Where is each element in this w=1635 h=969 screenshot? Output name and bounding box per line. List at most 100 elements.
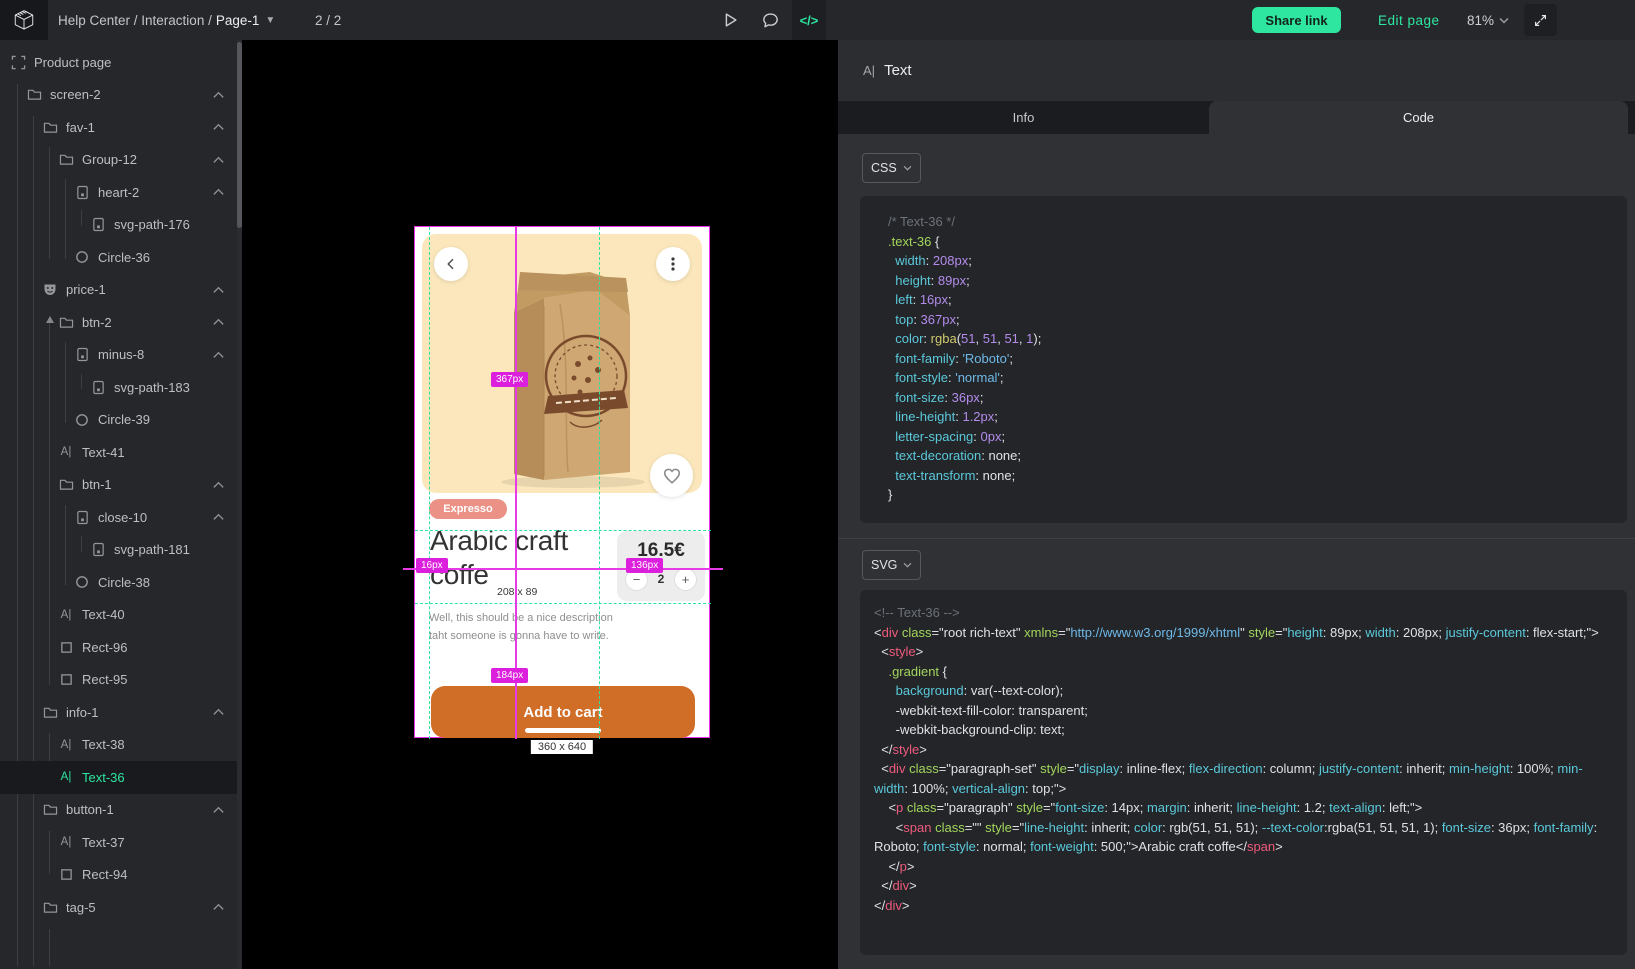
- circle-layer-icon: [74, 249, 90, 265]
- layer-row-btn-2[interactable]: btn-2: [0, 306, 237, 339]
- layer-row-text-37[interactable]: A|Text-37: [0, 826, 237, 859]
- code-line: background: var(--text-color);: [874, 681, 1603, 701]
- panel-divider: [838, 538, 1635, 539]
- chevron-up-icon[interactable]: [212, 900, 225, 915]
- layer-tree: Product pagescreen-2fav-1Group-12 heart-2…: [0, 46, 237, 924]
- text-element-size-label: 208 x 89: [497, 586, 537, 598]
- layer-row-svg-path-183[interactable]: svg-path-183: [0, 371, 237, 404]
- file-layer-icon: [74, 347, 90, 363]
- back-button[interactable]: [434, 247, 468, 281]
- code-view-button[interactable]: </>: [792, 0, 826, 40]
- code-line: font-style: 'normal';: [888, 368, 1607, 388]
- code-line: <div class="root rich-text" xmlns="http:…: [874, 623, 1603, 643]
- share-link-button[interactable]: Share link: [1252, 7, 1341, 33]
- layer-row-svg-path-176[interactable]: svg-path-176: [0, 209, 237, 242]
- favorite-button[interactable]: [650, 454, 693, 497]
- expand-arrows-icon: [1533, 13, 1548, 28]
- css-select-value: CSS: [871, 161, 897, 175]
- app-logo[interactable]: [0, 0, 48, 40]
- product-title: Arabic craft coffe: [430, 524, 612, 591]
- layer-label: heart-2: [98, 185, 139, 200]
- layer-row-svg-path-181[interactable]: svg-path-181: [0, 534, 237, 567]
- layer-label: btn-2: [82, 315, 112, 330]
- css-language-select[interactable]: CSS: [862, 153, 921, 183]
- chevron-up-icon[interactable]: [212, 802, 225, 817]
- code-line: <p class="paragraph" style="font-size: 1…: [874, 798, 1603, 818]
- fullscreen-button[interactable]: [1524, 4, 1557, 36]
- home-indicator: [525, 728, 601, 733]
- comments-button[interactable]: [756, 0, 784, 40]
- zoom-level: 81%: [1467, 13, 1494, 28]
- layer-row-circle-36[interactable]: Circle-36: [0, 241, 237, 274]
- layer-row-text-40[interactable]: A|Text-40: [0, 599, 237, 632]
- layer-row-text-36[interactable]: A|Text-36: [0, 761, 237, 794]
- sidebar-scrollbar[interactable]: [237, 40, 242, 969]
- chevron-up-icon[interactable]: [212, 705, 225, 720]
- layer-row-button-1[interactable]: button-1: [0, 794, 237, 827]
- coffee-bag-image: [478, 246, 660, 490]
- mobile-frame[interactable]: Expresso Arabic craft coffe 16.5€ − 2 + …: [414, 226, 710, 738]
- css-code-block[interactable]: /* Text-36 */.text-36 { width: 208px; he…: [860, 196, 1627, 523]
- chevron-up-icon[interactable]: [212, 315, 225, 330]
- breadcrumb[interactable]: Help Center / Interaction / Page-1 ▼: [58, 0, 275, 40]
- layer-row-close-10[interactable]: close-10: [0, 501, 237, 534]
- layer-row-tag-5[interactable]: tag-5: [0, 891, 237, 924]
- design-canvas[interactable]: Expresso Arabic craft coffe 16.5€ − 2 + …: [242, 40, 838, 969]
- layer-row-minus-8[interactable]: minus-8: [0, 339, 237, 372]
- chevron-up-icon[interactable]: [212, 347, 225, 362]
- svg-code-block[interactable]: <!-- Text-36 --><div class="root rich-te…: [860, 590, 1627, 955]
- layer-row-circle-39[interactable]: Circle-39: [0, 404, 237, 437]
- chevron-up-icon[interactable]: [212, 87, 225, 102]
- code-line: left: 16px;: [888, 290, 1607, 310]
- layer-label: svg-path-176: [114, 217, 190, 232]
- zoom-control[interactable]: 81%: [1467, 0, 1509, 40]
- layer-row-rect-95[interactable]: Rect-95: [0, 664, 237, 697]
- layer-row-product page[interactable]: Product page: [0, 46, 237, 79]
- layer-row-info-1[interactable]: info-1: [0, 696, 237, 729]
- folder-layer-icon: [26, 87, 42, 103]
- chevron-up-icon[interactable]: [212, 510, 225, 525]
- quantity-increase-button[interactable]: +: [675, 569, 696, 590]
- layer-row-screen-2[interactable]: screen-2: [0, 79, 237, 112]
- layer-row-text-41[interactable]: A|Text-41: [0, 436, 237, 469]
- product-tag-badge: Expresso: [429, 499, 507, 519]
- kebab-menu-icon: [666, 256, 680, 272]
- layer-row-group-12[interactable]: Group-12: [0, 144, 237, 177]
- layer-row-heart-2[interactable]: heart-2: [0, 176, 237, 209]
- folder-layer-icon: [58, 477, 74, 493]
- inspector-title: Text: [884, 62, 912, 79]
- chevron-up-icon[interactable]: [212, 152, 225, 167]
- folder-layer-icon: [42, 802, 58, 818]
- layer-row-price-1[interactable]: price-1: [0, 274, 237, 307]
- sidebar-scrollbar-thumb[interactable]: [237, 42, 242, 228]
- tab-code[interactable]: Code: [1209, 101, 1628, 134]
- chevron-up-icon[interactable]: [212, 120, 225, 135]
- chevron-up-icon[interactable]: [212, 477, 225, 492]
- layer-row-rect-94[interactable]: Rect-94: [0, 859, 237, 892]
- measurement-chip-right: 136px: [626, 558, 663, 573]
- rect-layer-icon: [58, 639, 74, 655]
- product-description: Well, this should be a nice description …: [429, 610, 619, 645]
- code-line: text-transform: none;: [888, 466, 1607, 486]
- code-icon: </>: [800, 13, 819, 28]
- more-options-button[interactable]: [656, 247, 690, 281]
- layer-row-fav-1[interactable]: fav-1: [0, 111, 237, 144]
- description-line: taht someone is gonna have to write.: [429, 628, 619, 646]
- layer-row-circle-38[interactable]: Circle-38: [0, 566, 237, 599]
- tab-info[interactable]: Info: [838, 101, 1209, 134]
- chevron-up-icon[interactable]: [212, 185, 225, 200]
- layer-row-btn-1[interactable]: btn-1: [0, 469, 237, 502]
- inspector-tabs: Info Code: [838, 101, 1635, 134]
- breadcrumb-path: Help Center / Interaction /: [58, 13, 212, 28]
- play-button[interactable]: [716, 0, 744, 40]
- frame-layer-icon: [10, 54, 26, 70]
- edit-page-link[interactable]: Edit page: [1378, 0, 1440, 40]
- text-layer-icon: A|: [58, 444, 74, 460]
- layer-row-text-38[interactable]: A|Text-38: [0, 729, 237, 762]
- layer-row-rect-96[interactable]: Rect-96: [0, 631, 237, 664]
- inspector-header: A| Text: [838, 40, 1635, 101]
- svg-language-select[interactable]: SVG: [862, 550, 921, 580]
- chevron-up-icon[interactable]: [212, 282, 225, 297]
- chevron-down-icon: [1499, 17, 1509, 24]
- measurement-chip-top: 367px: [491, 372, 528, 387]
